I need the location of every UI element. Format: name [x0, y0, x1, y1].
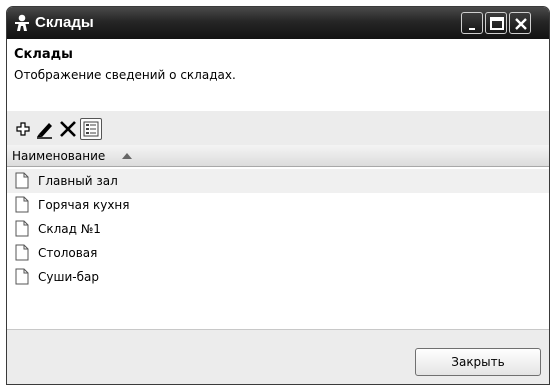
close-icon — [515, 18, 527, 30]
close-window-button[interactable] — [509, 12, 531, 34]
maximize-icon — [490, 17, 504, 30]
toolbar — [7, 111, 549, 145]
title-bar[interactable]: Склады — [7, 7, 549, 39]
person-icon — [15, 14, 29, 31]
list-item-label: Главный зал — [38, 174, 118, 188]
window-title: Склады — [35, 14, 94, 31]
list-item-label: Столовая — [38, 246, 98, 260]
list-item[interactable]: Главный зал — [7, 169, 549, 193]
document-icon — [15, 196, 29, 213]
dialog-footer: Закрыть — [7, 329, 549, 384]
document-icon — [15, 172, 29, 189]
document-icon — [15, 220, 29, 237]
list-item-label: Склад №1 — [38, 222, 101, 236]
info-description: Отображение сведений о складах. — [14, 68, 236, 82]
edit-icon — [37, 123, 52, 139]
list-item-label: Суши-бар — [38, 270, 99, 284]
document-icon — [15, 244, 29, 261]
maximize-button[interactable] — [485, 12, 507, 34]
list-item[interactable]: Столовая — [7, 241, 549, 265]
add-button[interactable] — [12, 118, 34, 140]
list-item-label: Горячая кухня — [38, 198, 130, 212]
close-button[interactable]: Закрыть — [415, 348, 541, 376]
delete-icon — [60, 121, 76, 137]
list-item[interactable]: Склад №1 — [7, 217, 549, 241]
warehouses-window: Склады Склады Отображение сведений о скл… — [6, 6, 550, 385]
list-item[interactable]: Горячая кухня — [7, 193, 549, 217]
view-details-button[interactable] — [80, 118, 102, 140]
list-item[interactable]: Суши-бар — [7, 265, 549, 289]
info-title: Склады — [14, 47, 73, 62]
minimize-button[interactable] — [461, 12, 483, 34]
minimize-icon — [469, 28, 475, 30]
column-header-name[interactable]: Наименование — [7, 145, 549, 167]
delete-button[interactable] — [57, 118, 79, 140]
column-header-label: Наименование — [12, 149, 106, 163]
add-icon — [16, 122, 30, 136]
warehouse-list: Главный зал Горячая кухня Склад №1 Столо… — [7, 167, 549, 329]
edit-button[interactable] — [34, 118, 56, 140]
document-icon — [15, 268, 29, 285]
view-details-icon — [83, 121, 99, 137]
sort-ascending-icon — [122, 153, 132, 159]
info-panel: Склады Отображение сведений о складах. — [7, 39, 549, 111]
